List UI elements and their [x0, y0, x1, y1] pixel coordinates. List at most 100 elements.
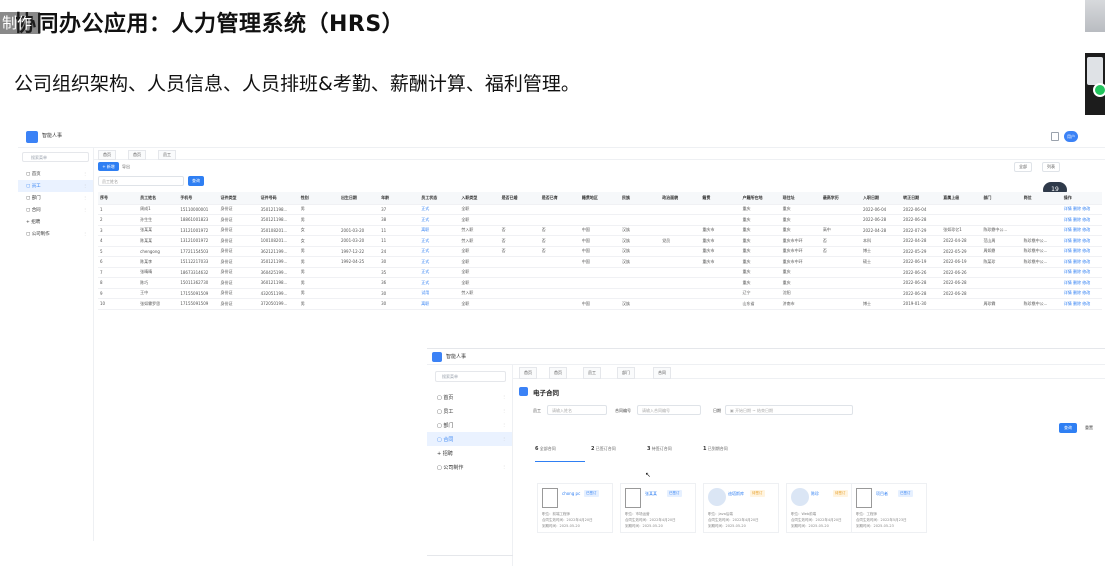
sidebar-item-home[interactable]: ▢ 首页 ⋮ — [18, 168, 93, 180]
card-employee-name[interactable]: 项目者 — [876, 491, 888, 497]
contract-card[interactable]: 项目者 已签订 职位：工程师 合同生效时间：2022年5月23日 到期时间：2025-0… — [851, 483, 927, 533]
sidebar-item-recruitment[interactable]: + 招聘 — [18, 216, 93, 228]
column-header[interactable]: 是否已育 — [539, 192, 580, 205]
table-cell[interactable]: 详情 删除 修改 — [1061, 225, 1102, 236]
table-cell: 17721154503 — [178, 246, 219, 257]
column-header[interactable]: 直属上级 — [941, 192, 982, 205]
tab-employees[interactable]: 员工 — [158, 150, 176, 160]
table-cell: 2022-04-28 — [901, 235, 942, 247]
table-row[interactable]: 10 张如霖罗思 17155091509 身份证 372050199... 男 30 离职 全职… — [98, 298, 1102, 310]
tab-home-2[interactable]: 首页 — [128, 150, 146, 160]
table-cell[interactable]: 详情 删除 修改 — [1061, 288, 1102, 299]
table-cell[interactable]: 详情 删除 修改 — [1061, 235, 1102, 247]
tab-home[interactable]: 首页 — [98, 150, 116, 160]
sidebar-item-company[interactable]: ▢ 公司制作 ⋮ — [18, 228, 93, 240]
table-cell — [820, 256, 861, 268]
tab-home[interactable]: 首页 — [519, 367, 537, 379]
table-row[interactable]: 6 陈某李 15112217033 身份证 350121199... 男 1992-04-2… — [98, 256, 1102, 268]
table-cell[interactable]: 详情 删除 修改 — [1061, 204, 1102, 215]
query-button[interactable]: 查询 — [188, 176, 204, 186]
table-cell[interactable]: 详情 删除 修改 — [1061, 277, 1102, 289]
table-row[interactable]: 7 张晴晴 18673314632 身份证 360425199... 男 35 正式 全职 重庆重… — [98, 267, 1102, 278]
employee-name-input[interactable]: 员工姓名 — [98, 176, 184, 186]
table-cell — [620, 267, 661, 278]
search-button[interactable]: 查询 — [1059, 423, 1077, 433]
column-header[interactable]: 操作 — [1061, 192, 1102, 205]
column-header[interactable]: 性别 — [298, 192, 339, 205]
column-header[interactable]: 现住址 — [780, 192, 821, 205]
export-button[interactable]: 导出 — [122, 162, 130, 171]
card-employee-name[interactable]: chong pc — [562, 491, 580, 496]
sidebar-item-recruitment[interactable]: + 招聘 — [427, 446, 512, 460]
stat-pending-contracts[interactable]: 3 待签订合同 — [647, 446, 697, 462]
add-employee-button[interactable]: + 新增 — [98, 162, 119, 171]
table-row[interactable]: 3 张某某 13121001972 身份证 350108201... 女 2001-03-2… — [98, 225, 1102, 236]
column-header[interactable]: 员工姓名 — [138, 192, 179, 205]
card-employee-name[interactable]: 陈珍 — [811, 491, 819, 497]
sidebar-item-company[interactable]: ▢ 公司制作 ⋮ — [427, 460, 512, 474]
column-header[interactable]: 员工状态 — [419, 192, 460, 205]
table-cell — [499, 267, 540, 278]
avatar[interactable]: 用户 — [1064, 131, 1078, 142]
column-header[interactable]: 最高学历 — [820, 192, 861, 205]
sidebar-item-departments[interactable]: ▢ 部门 ⋮ — [18, 192, 93, 204]
column-header[interactable]: 证件类型 — [218, 192, 259, 205]
status-select[interactable]: 全部 — [1014, 162, 1032, 172]
reset-button[interactable]: 重置 — [1085, 423, 1093, 433]
sidebar-item-contracts[interactable]: ▢ 合同 ⋮ — [427, 432, 512, 446]
column-header[interactable]: 出生日期 — [338, 192, 380, 205]
sidebar-item-departments[interactable]: ▢ 部门 ⋮ — [427, 418, 512, 432]
sidebar-item-contracts[interactable]: ▢ 合同 ⋮ — [18, 204, 93, 216]
document-icon[interactable] — [1051, 132, 1059, 141]
tab-home-2[interactable]: 首页 — [549, 367, 567, 379]
sidebar-item-employees[interactable]: ▢ 员工 ⋮ — [18, 180, 93, 192]
table-row[interactable]: 4 陈某某 13121001972 身份证 100108201... 女 2001-03-2… — [98, 235, 1102, 247]
table-cell[interactable]: 详情 删除 修改 — [1061, 256, 1102, 268]
column-header[interactable]: 户籍所在地 — [740, 192, 781, 205]
table-cell[interactable]: 详情 删除 修改 — [1061, 267, 1102, 278]
column-header[interactable]: 民族 — [620, 192, 661, 205]
table-row[interactable]: 2 孙生生 18861001823 身份证 350121198... 男 38 正式 全职 重庆重… — [98, 214, 1102, 226]
column-header[interactable]: 岗位 — [1021, 192, 1062, 205]
column-header[interactable]: 入职类型 — [459, 192, 500, 205]
column-header[interactable]: 是否已婚 — [499, 192, 540, 205]
tab-departments[interactable]: 部门 — [617, 367, 635, 379]
card-employee-name[interactable]: 迪塔斯库 — [728, 491, 744, 497]
table-cell[interactable]: 详情 删除 修改 — [1061, 298, 1102, 310]
card-employee-name[interactable]: 张某某 — [645, 491, 657, 497]
column-header[interactable]: 转正日期 — [901, 192, 942, 205]
stat-expired-contracts[interactable]: 1 已到期合同 — [703, 446, 753, 462]
sidebar-search-input[interactable]: 搜索菜单 — [22, 152, 89, 162]
column-header[interactable]: 手机号 — [178, 192, 219, 205]
contract-card[interactable]: 张某某 已签订 职位：市场运营 合同生效时间：2022年4月20日 到期时间：2025-… — [620, 483, 696, 533]
column-header[interactable]: 序号 — [98, 192, 139, 205]
table-cell[interactable]: 详情 删除 修改 — [1061, 214, 1102, 226]
table-row[interactable]: 1 周成1 15110000001 身份证 350121198... 男 37 正式 全职 重庆重… — [98, 204, 1102, 215]
view-select[interactable]: 列表 — [1042, 162, 1060, 172]
employee-input[interactable]: 请输入姓名 — [547, 405, 607, 415]
stat-all-contracts[interactable]: 6 全部合同 — [535, 446, 585, 462]
sidebar-item-employees[interactable]: ▢ 员工 ⋮ — [427, 404, 512, 418]
tab-contracts[interactable]: 合同 — [653, 367, 671, 379]
table-cell: 18673314632 — [178, 267, 219, 278]
date-range-input[interactable]: ▣ 开始日期 ~ 结束日期 — [725, 405, 853, 415]
contract-card[interactable]: 迪塔斯库 待签订 职位：Java后端 合同生效时间：2022年4月20日 到期时间：20… — [703, 483, 779, 533]
contract-no-input[interactable]: 请输入合同编号 — [637, 405, 701, 415]
column-header[interactable]: 部门 — [981, 192, 1022, 205]
column-header[interactable]: 籍贯 — [700, 192, 741, 205]
tab-employees[interactable]: 员工 — [583, 367, 601, 379]
column-header[interactable]: 年龄 — [379, 192, 420, 205]
table-row[interactable]: 9 王中 17155091509 身份证 432051199... 男 30 试用 劳入职 辽宁沈… — [98, 288, 1102, 299]
table-row[interactable]: 5 chengong 17721154503 身份证 362121199... 男 1997… — [98, 246, 1102, 257]
column-header[interactable]: 入职日期 — [860, 192, 902, 205]
table-cell: 13121001972 — [178, 235, 219, 247]
sidebar-item-home[interactable]: ▢ 首页 ⋮ — [427, 390, 512, 404]
contract-card[interactable]: chong pc 已签订 职位：前端工程师 合同生效时间：2022年4月20日 到期时间… — [537, 483, 613, 533]
column-header[interactable]: 政治面貌 — [660, 192, 701, 205]
column-header[interactable]: 证件号码 — [258, 192, 299, 205]
stat-signed-contracts[interactable]: 2 已签订合同 — [591, 446, 641, 462]
column-header[interactable]: 籍贯地区 — [579, 192, 621, 205]
sidebar-search-input[interactable]: 搜索菜单 — [435, 371, 506, 382]
table-cell[interactable]: 详情 删除 修改 — [1061, 246, 1102, 257]
table-row[interactable]: 8 陈巧 15011362730 身份证 360121198... 男 36 正式 全职 重庆 重庆… — [98, 277, 1102, 289]
